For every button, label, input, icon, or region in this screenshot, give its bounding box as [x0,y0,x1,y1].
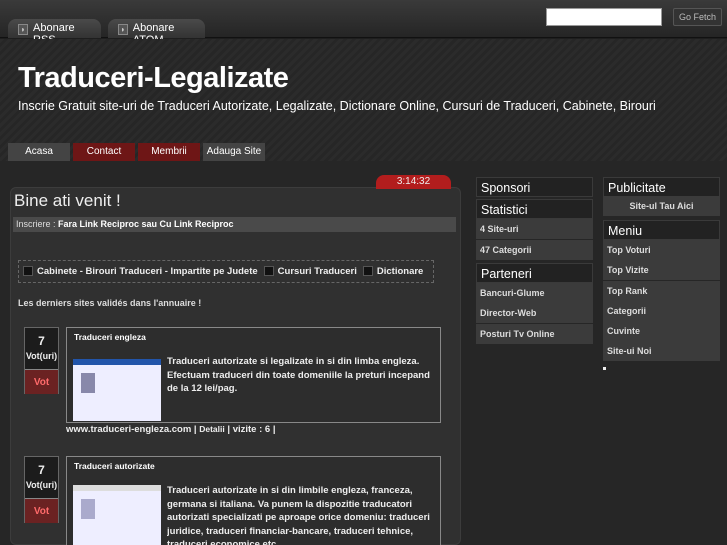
nav-adauga-site[interactable]: Adauga Site [203,143,265,161]
welcome-heading: Bine ati venit ! [14,191,121,210]
site-title[interactable]: Traduceri-Legalizate [18,62,289,95]
site-entry: Traduceri autorizate Traduceri autorizat… [66,456,441,545]
nav-acasa[interactable]: Acasa [8,143,70,161]
nav-membrii[interactable]: Membrii [138,143,200,161]
entry-meta: www.traduceri-engleza.com | Detalii | vi… [66,424,276,435]
menu-site-uri-noi[interactable]: Site-ui Noi [603,341,720,361]
stat-categories[interactable]: 47 Categorii [476,240,593,260]
entry-url[interactable]: www.traduceri-engleza.com [66,424,191,435]
entry-title[interactable]: Traduceri engleza [74,332,146,342]
vote-button[interactable]: Vot [25,369,58,394]
category-list: Cabinete - Birouri Traduceri - Impartite… [18,260,434,283]
rss-label: Abonare RSS [33,22,75,46]
menu-top-vizite[interactable]: Top Vizite [603,260,720,280]
entry-title[interactable]: Traduceri autorizate [74,461,155,471]
inscriere-prefix: Inscriere : [16,219,59,229]
publicitate-heading: Publicitate [603,177,720,197]
menu-categorii[interactable]: Categorii [603,301,720,321]
partner-link[interactable]: Posturi Tv Online [476,324,593,344]
sponsori-heading: Sponsori [476,177,593,197]
visit-count: vizite : 6 [232,424,271,435]
folder-icon [23,266,33,277]
rss-icon: ◗ [18,24,29,35]
parteneri-heading: Parteneri [476,263,593,283]
partner-link[interactable]: Bancuri-Glume [476,283,593,303]
top-bar: ◗ Abonare RSS ◗ Abonare ATOM Go Fetch [0,0,727,46]
go-fetch-button[interactable]: Go Fetch [673,8,722,26]
inscriere-bar: Inscriere : Fara Link Reciproc sau Cu Li… [13,217,456,232]
stat-sites[interactable]: 4 Site-uri [476,219,593,239]
statistici-heading: Statistici [476,199,593,219]
atom-label: Abonare ATOM [132,22,175,46]
vote-box: 7 Vot(uri) Vot [24,456,59,523]
site-entry: Traduceri engleza Traduceri autorizate s… [66,327,441,423]
site-thumbnail[interactable] [73,359,161,421]
search-input[interactable] [546,8,662,26]
vote-label: Vot(uri) [25,480,58,490]
partner-link[interactable]: Director-Web [476,303,593,323]
vote-box: 7 Vot(uri) Vot [24,327,59,394]
bullet-dot [603,367,606,370]
folder-icon [362,266,373,277]
latest-sites-heading: Les derniers sites validés dans l'annuai… [18,298,202,308]
atom-subscribe-button[interactable]: ◗ Abonare ATOM [108,19,205,46]
feed-icon: ◗ [118,24,128,35]
site-subtitle: Inscrie Gratuit site-uri de Traduceri Au… [18,99,656,113]
ad-link[interactable]: Site-ul Tau Aici [603,196,720,216]
rss-subscribe-button[interactable]: ◗ Abonare RSS [8,19,101,46]
nav-contact[interactable]: Contact [73,143,135,161]
clock: 3:14:32 [376,175,451,189]
category-item[interactable]: Cabinete - Birouri Traduceri - Impartite… [23,266,258,277]
inscriere-link[interactable]: Fara Link Reciproc sau Cu Link Reciproc [58,219,234,229]
menu-top-voturi[interactable]: Top Voturi [603,240,720,260]
vote-count: 7 [38,463,45,477]
entry-description: Traduceri autorizate si legalizate in si… [167,356,430,394]
category-item[interactable]: Cursuri Traduceri [263,266,357,277]
details-link[interactable]: Detalii [199,424,225,434]
folder-icon [263,266,274,277]
meniu-heading: Meniu [603,220,720,240]
vote-button[interactable]: Vot [25,498,58,523]
vote-label: Vot(uri) [25,351,58,361]
menu-cuvinte[interactable]: Cuvinte [603,321,720,341]
site-thumbnail[interactable] [73,485,161,545]
vote-count: 7 [38,334,45,348]
menu-top-rank[interactable]: Top Rank [603,281,720,301]
entry-description: Traduceri autorizate in si din limbile e… [167,485,430,545]
category-item[interactable]: Dictionare [362,266,423,277]
